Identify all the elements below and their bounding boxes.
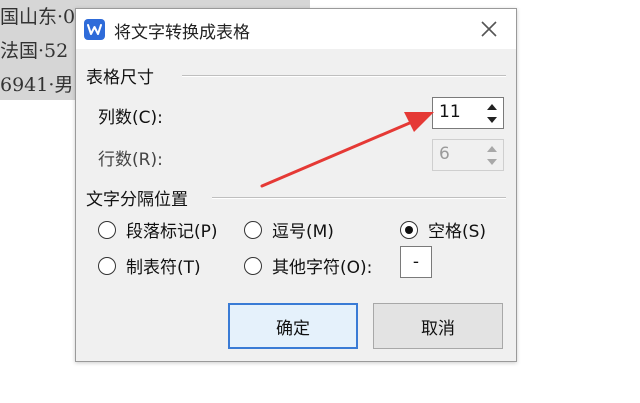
annotation-arrow [260,112,434,188]
